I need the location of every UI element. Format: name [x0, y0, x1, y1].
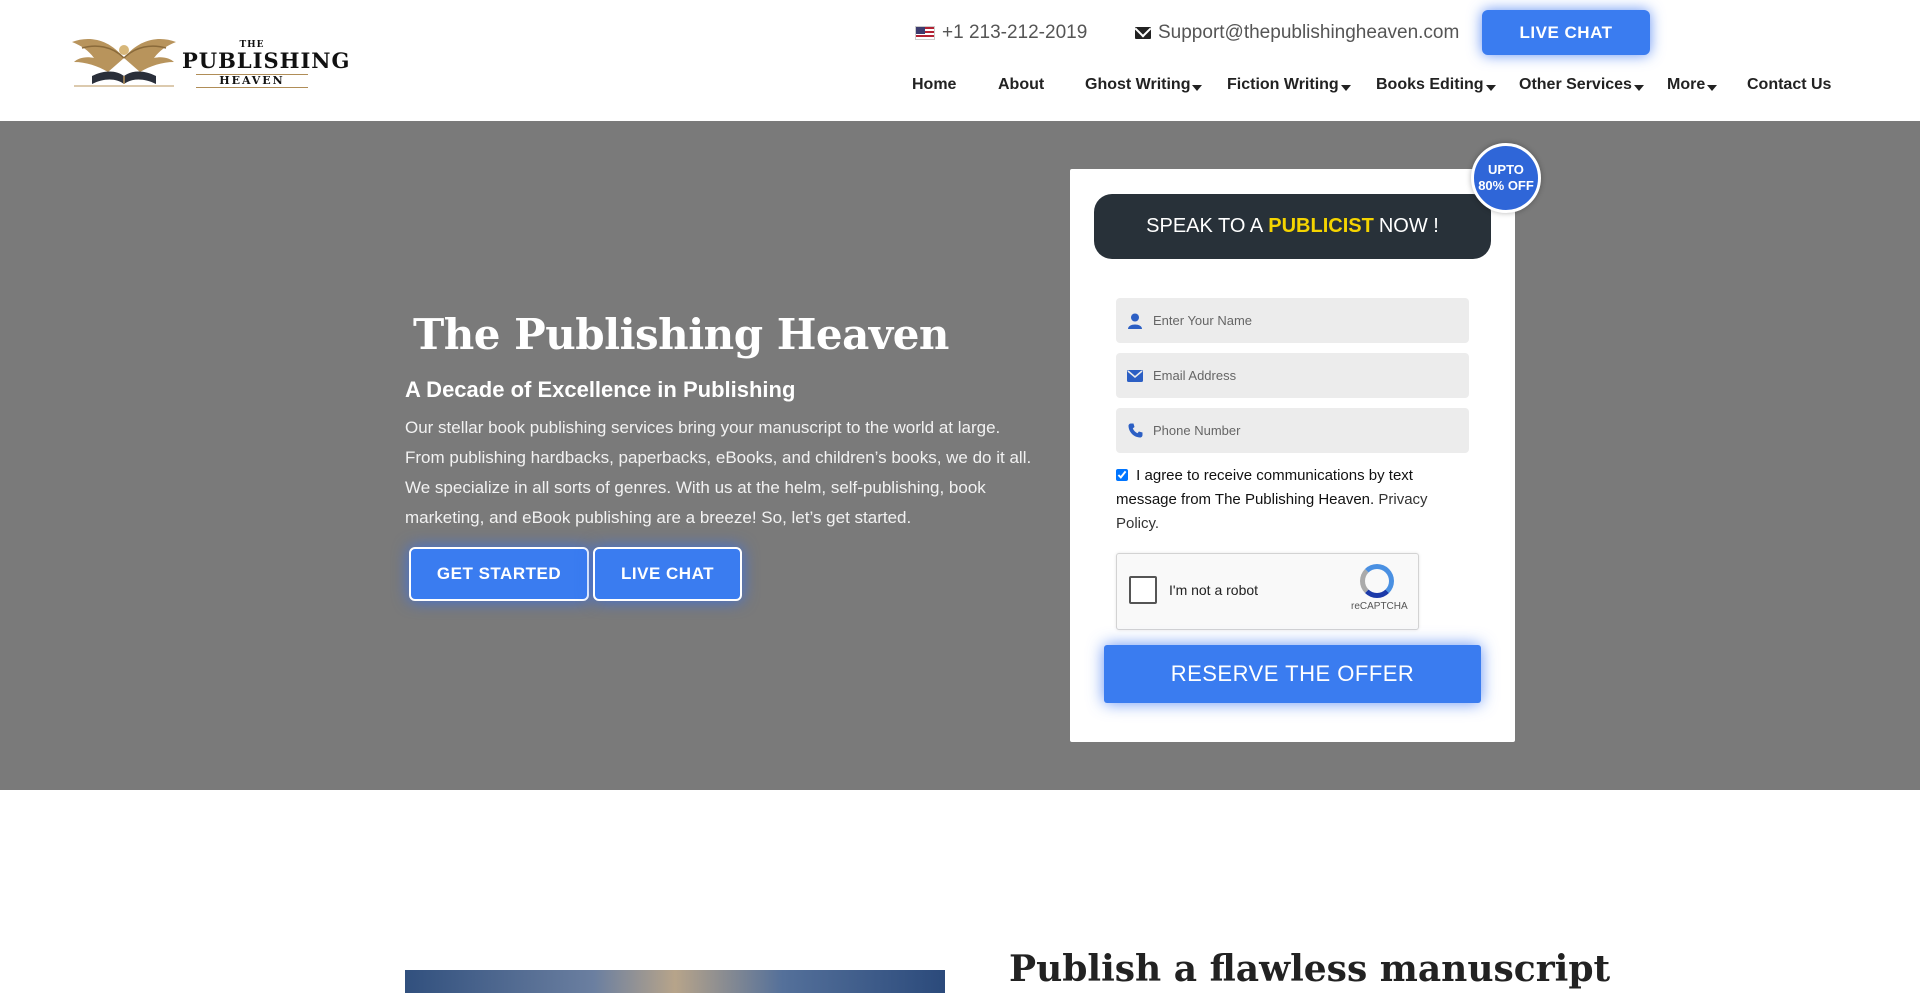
hero-title: The Publishing Heaven	[413, 310, 949, 359]
envelope-icon	[1127, 368, 1143, 384]
form-heading-pre: SPEAK TO A	[1146, 215, 1264, 237]
name-input[interactable]	[1153, 305, 1453, 336]
form-heading: SPEAK TO A PUBLICIST NOW !	[1094, 194, 1491, 259]
recaptcha-brand: reCAPTCHA	[1351, 601, 1408, 612]
hero-description: Our stellar book publishing services bri…	[405, 418, 1032, 527]
consent-block: I agree to receive communications by tex…	[1116, 464, 1456, 536]
header-phone-link[interactable]: +1 213-212-2019	[915, 20, 1087, 46]
phone-input[interactable]	[1153, 415, 1453, 446]
reserve-offer-button[interactable]: RESERVE THE OFFER	[1104, 645, 1481, 703]
user-icon	[1127, 313, 1143, 329]
nav-label: About	[998, 76, 1045, 93]
chevron-down-icon	[1633, 85, 1644, 91]
name-field[interactable]	[1116, 298, 1469, 343]
site-header: THE PUBLISHING HEAVEN +1 213-212-2019 Su…	[0, 0, 1920, 121]
nav-item-books-editing[interactable]: Books Editing	[1376, 76, 1496, 94]
logo-publishing: PUBLISHING	[182, 48, 351, 73]
recaptcha-widget: I'm not a robot reCAPTCHA	[1116, 553, 1419, 630]
winged-book-icon	[72, 39, 176, 87]
form-heading-highlight: PUBLICIST	[1268, 215, 1374, 237]
chevron-down-icon	[1485, 85, 1496, 91]
chevron-down-icon	[1707, 85, 1718, 91]
logo-wordmark: THE PUBLISHING HEAVEN	[182, 40, 351, 88]
header-email-link[interactable]: Support@thepublishingheaven.com	[1135, 20, 1459, 46]
consent-text: I agree to receive communications by tex…	[1116, 467, 1413, 508]
discount-badge: UPTO 80% OFF	[1471, 143, 1541, 213]
section-image	[405, 970, 945, 993]
nav-label: Home	[912, 76, 957, 93]
recaptcha-logo-icon	[1360, 564, 1394, 598]
section-title: Publish a flawless manuscript	[1009, 948, 1611, 990]
hero-live-chat-button[interactable]: LIVE CHAT	[593, 547, 742, 601]
nav-label: Other Services	[1519, 76, 1632, 93]
form-heading-post: NOW !	[1378, 215, 1439, 237]
consent-checkbox[interactable]	[1116, 469, 1128, 481]
nav-item-other-services[interactable]: Other Services	[1519, 76, 1644, 94]
nav-label: Contact Us	[1747, 76, 1832, 93]
get-started-button[interactable]: GET STARTED	[409, 547, 589, 601]
badge-line1: UPTO	[1488, 162, 1524, 177]
nav-item-about[interactable]: About	[998, 76, 1044, 94]
hero-subtitle: A Decade of Excellence in Publishing	[405, 377, 796, 402]
chevron-down-icon	[1192, 85, 1203, 91]
email-field[interactable]	[1116, 353, 1469, 398]
nav-label: More	[1667, 76, 1706, 93]
us-flag-icon	[915, 26, 935, 40]
nav-label: Fiction Writing	[1227, 76, 1339, 93]
nav-label: Books Editing	[1376, 76, 1484, 93]
nav-item-ghost-writing[interactable]: Ghost Writing	[1085, 76, 1203, 94]
envelope-icon	[1135, 27, 1151, 39]
email-input[interactable]	[1153, 360, 1453, 391]
phone-number: +1 213-212-2019	[942, 22, 1088, 43]
badge-line2: 80% OFF	[1478, 178, 1534, 193]
email-address: Support@thepublishingheaven.com	[1158, 22, 1460, 43]
recaptcha-label: I'm not a robot	[1169, 582, 1259, 598]
nav-item-home[interactable]: Home	[912, 76, 956, 94]
nav-item-more[interactable]: More	[1667, 76, 1718, 94]
header-live-chat-button[interactable]: LIVE CHAT	[1482, 10, 1650, 55]
site-logo[interactable]: THE PUBLISHING HEAVEN	[68, 28, 351, 93]
nav-item-contact-us[interactable]: Contact Us	[1747, 76, 1831, 94]
nav-item-fiction-writing[interactable]: Fiction Writing	[1227, 76, 1351, 94]
nav-label: Ghost Writing	[1085, 76, 1191, 93]
phone-field[interactable]	[1116, 408, 1469, 453]
recaptcha-checkbox[interactable]	[1129, 576, 1157, 604]
logo-heaven: HEAVEN	[196, 74, 308, 88]
phone-icon	[1127, 423, 1143, 439]
chevron-down-icon	[1340, 85, 1351, 91]
